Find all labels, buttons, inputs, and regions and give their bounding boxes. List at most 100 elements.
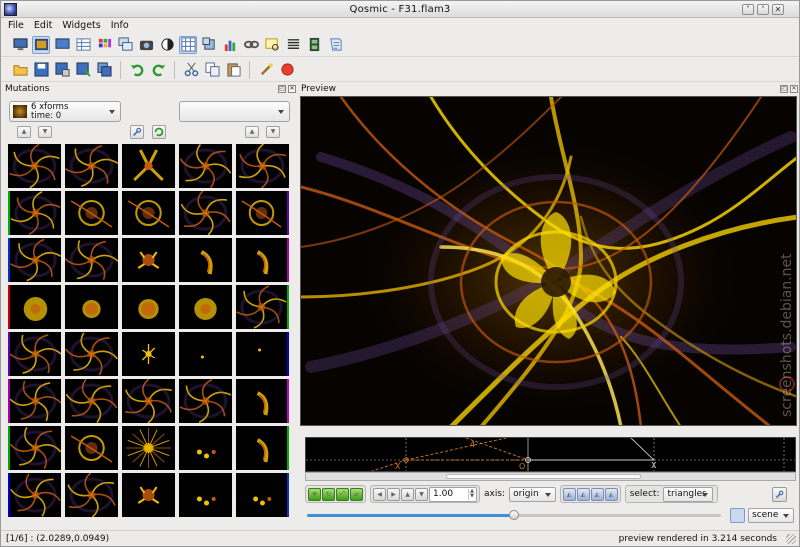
arrow-left-button[interactable]: ◀ [373,487,386,501]
export-icon[interactable] [74,61,92,79]
mutation-thumbnail[interactable] [65,426,118,470]
windows-icon[interactable] [116,36,134,54]
rotate-icon[interactable] [200,36,218,54]
mutation-thumbnail[interactable] [65,144,118,188]
undo-icon[interactable] [128,61,146,79]
step-spinbox[interactable]: 1.00 ▲ ▼ [429,486,477,502]
select-mode-select[interactable]: triangles [663,486,714,502]
mutation-thumbnail[interactable] [8,191,61,235]
mutation-thumbnail[interactable] [8,238,61,282]
menu-file[interactable]: File [8,20,24,31]
mutation-thumbnail[interactable] [179,332,232,376]
scene-slider[interactable] [307,510,721,520]
mutation-thumbnail[interactable] [122,238,175,282]
triangle-tool-1-icon[interactable]: ◭ [562,487,576,501]
mutation-thumbnail[interactable] [8,473,61,517]
spin-arrows-icon[interactable]: ▲ ▼ [468,488,475,500]
mutation-thumbnail[interactable] [236,144,289,188]
mutation-thumbnail[interactable] [65,285,118,329]
editor-hscrollbar[interactable] [305,472,796,481]
mutation-thumbnail[interactable] [8,379,61,423]
preview-canvas[interactable]: screenshots.debian.net [300,96,797,426]
mutation-thumbnail[interactable] [179,473,232,517]
scroll-down-left-button[interactable]: ▼ [38,126,52,138]
script-icon[interactable] [326,36,344,54]
scale-mode-icon[interactable]: ⤢ [336,487,349,501]
mutation-thumbnail[interactable] [122,379,175,423]
mutation-thumbnail[interactable] [236,473,289,517]
mutation-thumbnail[interactable] [179,238,232,282]
mutation-thumbnail[interactable] [179,191,232,235]
table-icon[interactable] [74,36,92,54]
scroll-down-right-button[interactable]: ▼ [266,126,280,138]
cut-icon[interactable] [182,61,200,79]
triangle-tool-2-icon[interactable]: ◭ [576,487,590,501]
mutation-thumbnail[interactable] [65,473,118,517]
close-button[interactable]: ✕ [772,4,784,15]
mutation-thumbnail[interactable] [179,426,232,470]
redo-icon[interactable] [149,61,167,79]
mutation-thumbnail[interactable] [179,379,232,423]
mutation-thumbnail[interactable] [179,285,232,329]
wand-icon[interactable] [257,61,275,79]
mutation-thumbnail[interactable] [236,238,289,282]
film-icon[interactable] [305,36,323,54]
float-icon[interactable]: ◰ [780,85,788,93]
list-icon[interactable] [284,36,302,54]
scroll-up-right-button[interactable]: ▲ [245,126,259,138]
save-icon[interactable] [32,61,50,79]
mutation-thumbnail[interactable] [122,473,175,517]
copy-icon[interactable] [203,61,221,79]
image-settings-icon[interactable] [32,35,50,54]
save-as-icon[interactable] [53,61,71,79]
mutation-thumbnail[interactable] [122,332,175,376]
record-icon[interactable] [278,61,296,79]
genome-select[interactable]: 6 xforms time: 0 [9,101,121,122]
mutation-thumbnail[interactable] [8,285,61,329]
mutation-select[interactable] [179,101,290,122]
mutation-thumbnail[interactable] [236,285,289,329]
resize-grip-icon[interactable] [786,534,796,544]
close-icon[interactable]: ✕ [790,85,798,93]
menu-edit[interactable]: Edit [34,20,52,31]
move-icon[interactable]: ✥ [308,487,321,501]
mutation-thumbnail[interactable] [65,379,118,423]
wrench-button[interactable] [130,125,144,139]
arrow-right-button[interactable]: ▶ [387,487,400,501]
float-icon[interactable]: ◰ [278,85,286,93]
mutation-thumbnail[interactable] [122,285,175,329]
scroll-up-left-button[interactable]: ▲ [17,126,31,138]
selection-icon[interactable] [263,36,281,54]
menu-info[interactable]: Info [111,20,129,31]
axis-select[interactable]: origin [509,486,556,502]
open-icon[interactable] [11,61,29,79]
rotate-mode-icon[interactable]: ↻ [322,487,335,501]
flip-mode-icon[interactable]: ⇄ [350,487,363,501]
triangle-tool-3-icon[interactable]: ◭ [590,487,604,501]
scene-select[interactable]: scene [748,508,794,523]
menu-widgets[interactable]: Widgets [62,20,100,31]
arrow-up-button[interactable]: ▲ [401,487,414,501]
mutation-thumbnail[interactable] [8,144,61,188]
arrow-down-button[interactable]: ▼ [415,487,428,501]
contrast-icon[interactable] [158,36,176,54]
link-icon[interactable] [242,36,260,54]
mutation-thumbnail[interactable] [122,191,175,235]
mutation-thumbnail[interactable] [236,332,289,376]
mutation-thumbnail[interactable] [179,144,232,188]
triangle-tool-4-icon[interactable]: ◭ [604,487,618,501]
mutation-thumbnail[interactable] [8,332,61,376]
mutation-thumbnail[interactable] [236,379,289,423]
mutation-thumbnail[interactable] [65,238,118,282]
minimize-button[interactable]: ˅ [742,4,754,15]
monitor-icon[interactable] [11,36,29,54]
mutation-thumbnail[interactable] [122,426,175,470]
camera-icon[interactable] [137,36,155,54]
mutation-thumbnail[interactable] [236,426,289,470]
copy-image-icon[interactable] [95,61,113,79]
mutation-thumbnail[interactable] [65,191,118,235]
mutation-thumbnail[interactable] [65,332,118,376]
mutation-thumbnail[interactable] [236,191,289,235]
grid-icon[interactable] [179,35,197,54]
palette-icon[interactable] [95,36,113,54]
